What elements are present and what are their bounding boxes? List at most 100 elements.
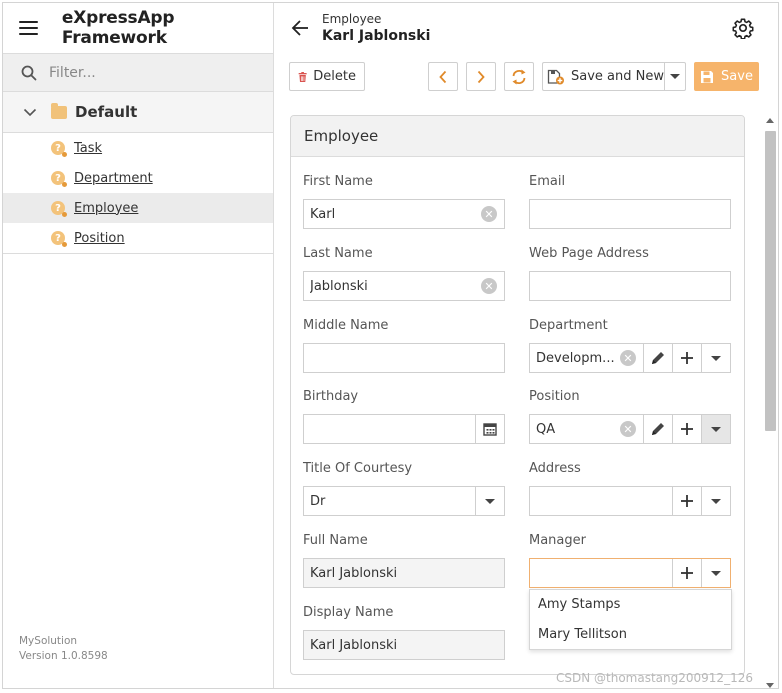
first-name-label: First Name — [303, 174, 373, 189]
full-name-label: Full Name — [303, 533, 368, 548]
title-of-courtesy-dropdown-button[interactable] — [475, 487, 504, 515]
chevron-down-icon — [23, 108, 37, 116]
plus-icon — [681, 352, 693, 364]
position-add-button[interactable] — [672, 415, 701, 443]
nav-item-position[interactable]: ? Position — [3, 223, 273, 253]
nav-group-default[interactable]: Default — [3, 92, 273, 133]
nav-item-label: Department — [74, 170, 153, 186]
web-page-address-input[interactable] — [530, 272, 730, 300]
middle-name-input[interactable] — [304, 344, 504, 372]
caret-down-icon — [485, 498, 495, 504]
app-title: eXpressApp Framework — [61, 8, 175, 48]
nav-item-label: Task — [74, 140, 103, 156]
last-name-input[interactable] — [304, 272, 481, 300]
department-add-button[interactable] — [672, 344, 701, 372]
hamburger-menu-icon[interactable] — [19, 21, 38, 35]
address-dropdown-button[interactable] — [701, 487, 730, 515]
last-name-editor: ✕ — [303, 271, 505, 301]
calendar-icon — [483, 423, 497, 436]
birthday-input[interactable] — [304, 415, 475, 443]
position-edit-button[interactable] — [643, 415, 672, 443]
delete-button[interactable]: Delete — [289, 62, 365, 91]
manager-dropdown-button[interactable] — [701, 559, 730, 587]
clear-icon[interactable]: ✕ — [620, 350, 636, 366]
middle-name-label: Middle Name — [303, 318, 389, 333]
position-dropdown-button[interactable] — [701, 415, 730, 443]
position-field: Position ✕ — [529, 388, 731, 444]
chevron-left-icon — [439, 70, 447, 83]
nav-item-label: Position — [74, 230, 125, 246]
version-info: MySolution Version 1.0.8598 — [19, 634, 108, 664]
card-title: Employee — [291, 116, 744, 157]
filter-input[interactable] — [49, 64, 249, 81]
scroll-down-icon[interactable] — [766, 683, 774, 688]
first-name-editor: ✕ — [303, 199, 505, 229]
caret-down-icon — [670, 74, 680, 79]
dropdown-option[interactable]: Amy Stamps — [530, 590, 731, 620]
plus-icon — [681, 567, 693, 579]
caret-down-icon — [711, 570, 721, 576]
pencil-icon — [652, 423, 664, 435]
position-lookup-input[interactable] — [530, 415, 620, 443]
nav-item-department[interactable]: ? Department — [3, 163, 273, 193]
display-name-field: Display Name — [303, 604, 505, 660]
department-lookup-input[interactable] — [530, 344, 620, 372]
back-arrow-icon[interactable] — [290, 19, 310, 37]
gear-icon[interactable] — [732, 17, 754, 39]
save-new-icon — [547, 69, 564, 84]
toolbar: Delete Save and New Save — [274, 53, 778, 100]
title-of-courtesy-label: Title Of Courtesy — [303, 461, 413, 476]
email-field: Email — [529, 173, 731, 229]
scroll-up-icon[interactable] — [766, 118, 774, 123]
next-record-button[interactable] — [466, 62, 496, 91]
manager-lookup-input[interactable] — [530, 559, 672, 587]
watermark: CSDN @thomastang200912_126 — [556, 671, 753, 685]
plus-icon — [681, 495, 693, 507]
manager-label: Manager — [529, 533, 586, 548]
display-name-editor — [303, 630, 505, 660]
address-add-button[interactable] — [672, 487, 701, 515]
email-input[interactable] — [530, 200, 730, 228]
clear-icon[interactable]: ✕ — [481, 278, 497, 294]
business-object-icon: ? — [51, 201, 67, 217]
vertical-scrollbar[interactable] — [764, 118, 776, 688]
save-button[interactable]: Save — [694, 62, 759, 91]
last-name-field: Last Name ✕ — [303, 245, 505, 301]
trash-icon — [298, 71, 307, 82]
app-header: eXpressApp Framework — [3, 3, 273, 53]
birthday-editor — [303, 414, 505, 444]
scroll-thumb[interactable] — [765, 131, 776, 431]
pencil-icon — [652, 352, 664, 364]
previous-record-button[interactable] — [428, 62, 458, 91]
department-editor: ✕ — [529, 343, 731, 373]
department-edit-button[interactable] — [643, 344, 672, 372]
save-and-new-button[interactable]: Save and New — [542, 62, 664, 91]
view-title: Karl Jablonski — [322, 28, 431, 44]
birthday-field: Birthday — [303, 388, 505, 444]
last-name-label: Last Name — [303, 246, 373, 261]
address-lookup-input[interactable] — [530, 487, 672, 515]
caret-down-icon — [711, 426, 721, 432]
clear-icon[interactable]: ✕ — [481, 206, 497, 222]
save-options-dropdown[interactable] — [664, 62, 686, 91]
plus-icon — [681, 423, 693, 435]
web-page-address-label: Web Page Address — [529, 246, 649, 261]
manager-add-button[interactable] — [672, 559, 701, 587]
caret-down-icon — [711, 498, 721, 504]
refresh-icon — [512, 69, 526, 84]
nav-item-task[interactable]: ? Task — [3, 133, 273, 163]
folder-icon — [51, 102, 67, 119]
first-name-input[interactable] — [304, 200, 481, 228]
calendar-button[interactable] — [475, 415, 504, 443]
manager-field: Manager — [529, 532, 731, 588]
business-object-icon: ? — [51, 171, 67, 187]
refresh-button[interactable] — [504, 62, 534, 91]
full-name-input — [304, 559, 504, 587]
title-of-courtesy-select[interactable] — [304, 487, 475, 515]
clear-icon[interactable]: ✕ — [620, 421, 636, 437]
birthday-label: Birthday — [303, 389, 359, 404]
dropdown-option[interactable]: Mary Tellitson — [530, 620, 731, 650]
department-dropdown-button[interactable] — [701, 344, 730, 372]
nav-item-employee[interactable]: ? Employee — [3, 193, 273, 223]
business-object-icon: ? — [51, 231, 67, 247]
